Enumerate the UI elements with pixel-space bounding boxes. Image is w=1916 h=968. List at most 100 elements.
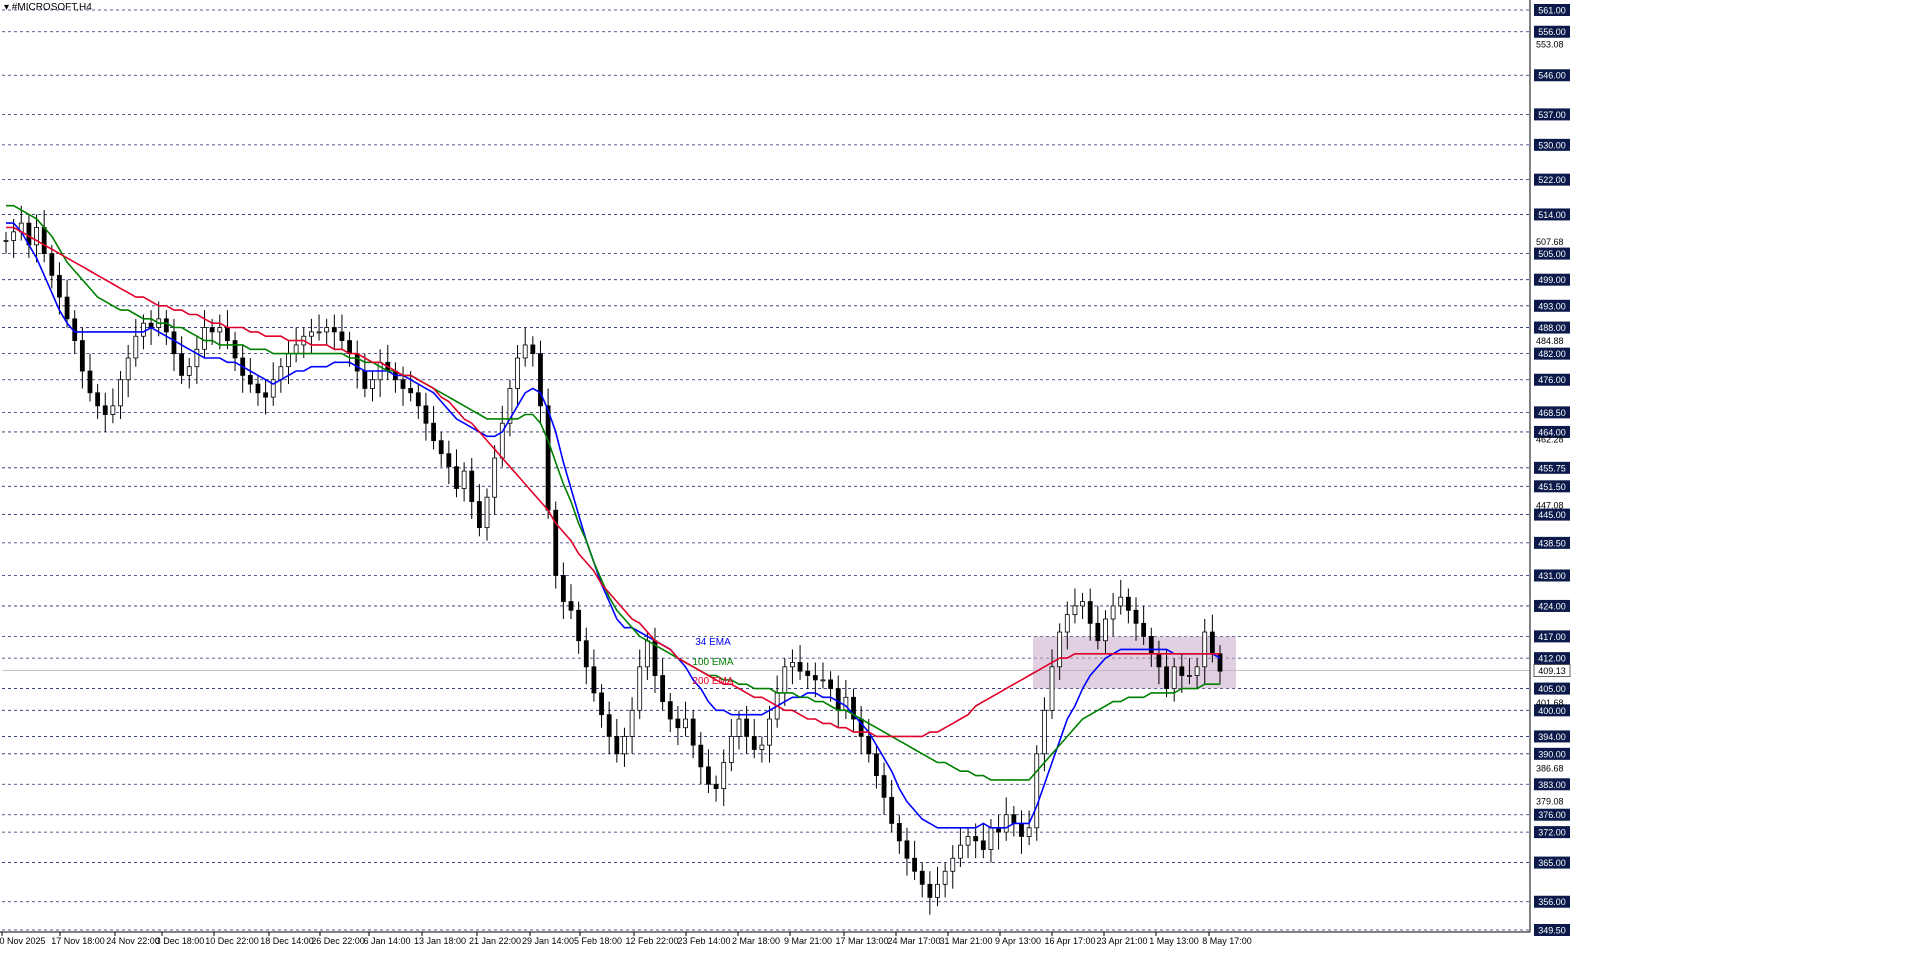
level-label: 468.50 [1538, 408, 1566, 418]
price-bar-body [3, 240, 9, 242]
price-bar-body [163, 318, 169, 333]
current-price-label: 409.13 [1538, 666, 1566, 676]
price-bar-body [706, 766, 711, 785]
price-bar-body [309, 331, 314, 337]
time-label: 3 Dec 18:00 [156, 936, 205, 946]
price-bar-body [446, 453, 452, 468]
time-axis: 10 Nov 2025 17 Nov 18:0024 Nov 22:003 Dec… [0, 931, 1530, 946]
level-label: 561.00 [1538, 6, 1566, 16]
price-bar-body [942, 870, 948, 885]
level-label: 451.50 [1538, 482, 1566, 492]
price-bar-body [1110, 605, 1116, 620]
tick-label: 401.68 [1536, 698, 1564, 708]
price-bar-body [438, 440, 444, 455]
price-bar-body [637, 666, 643, 711]
price-bar-body [87, 370, 93, 394]
level-label: 445.00 [1538, 510, 1566, 520]
price-bar-body [354, 353, 360, 372]
time-label: 12 Feb 22:00 [625, 936, 678, 946]
price-bar-body [11, 231, 17, 241]
price-bar-body [759, 744, 765, 750]
level-label: 372.00 [1538, 828, 1566, 838]
time-label: 16 Apr 17:00 [1044, 936, 1095, 946]
price-bar-body [629, 709, 635, 737]
time-label: 2 Mar 18:00 [732, 936, 780, 946]
price-bar-body [958, 844, 963, 859]
price-bar-body [606, 714, 612, 737]
chart-canvas[interactable]: 561.00 556.00 546.00 537.00 530.00 522.00 514.… [0, 0, 1916, 963]
price-bar-body [828, 679, 834, 689]
price-bar-body [728, 736, 734, 763]
ema-line [6, 204, 1220, 781]
price-bar-body [538, 353, 543, 407]
price-bar-body [1133, 609, 1139, 624]
time-label: 21 Jan 22:00 [469, 936, 521, 946]
level-label: 455.75 [1538, 463, 1566, 473]
price-bar-body [400, 379, 406, 389]
price-bar-body [797, 662, 803, 672]
level-label: 438.50 [1538, 538, 1566, 548]
price-bar-body [339, 331, 345, 341]
price-bar-body [141, 322, 146, 337]
price-bar-body [1103, 618, 1108, 642]
level-label: 424.00 [1538, 601, 1566, 611]
price-bar-body [614, 736, 620, 755]
price-bar-body [64, 296, 70, 320]
price-chart[interactable]: ▾ #MICROSOFT,H4 561.00 556.00 546.00 537.00… [0, 0, 1916, 963]
price-bar-body [102, 405, 108, 415]
price-bar-body [980, 840, 986, 850]
price-bar-body [568, 601, 574, 611]
price-bar-body [935, 883, 940, 898]
legend-entry: 100 EMA [692, 657, 733, 668]
price-bar-body [790, 662, 795, 668]
level-label: 390.00 [1538, 749, 1566, 759]
price-bar-body [927, 883, 933, 898]
price-bar-body [683, 718, 688, 729]
level-label: 514.00 [1538, 210, 1566, 220]
price-bar-body [1095, 622, 1101, 642]
price-bar-body [118, 379, 123, 407]
price-bar-body [965, 836, 971, 846]
level-label: 405.00 [1538, 684, 1566, 694]
price-bar-body [805, 670, 811, 676]
price-bar-body [110, 405, 116, 415]
price-bar-body [125, 357, 131, 381]
level-label: 546.00 [1538, 71, 1566, 81]
price-bar-body [232, 340, 238, 359]
price-bar-body [973, 836, 979, 842]
tick-label: 507.68 [1536, 237, 1564, 247]
price-bar-body [331, 327, 337, 333]
price-bar-body [247, 374, 253, 385]
price-bar-body [583, 640, 589, 668]
price-bar-body [1080, 601, 1085, 607]
level-label: 488.00 [1538, 323, 1566, 333]
level-label: 349.50 [1538, 926, 1566, 936]
price-bar-body [744, 718, 750, 737]
time-label: 26 Dec 22:00 [311, 936, 365, 946]
time-label: 13 Jan 18:00 [414, 936, 466, 946]
price-bar-body [1057, 631, 1063, 668]
price-bar-body [1187, 675, 1192, 677]
ema-lines [6, 204, 1221, 829]
price-bar-body [591, 666, 597, 694]
price-bar-body [812, 675, 818, 681]
time-label: 1 May 13:00 [1149, 936, 1199, 946]
price-bar-body [1118, 596, 1124, 607]
price-bar-body [41, 227, 47, 254]
tick-label: 379.08 [1536, 796, 1564, 806]
price-bar-body [476, 501, 482, 529]
price-bar-body [690, 718, 696, 746]
price-bar-body [1148, 635, 1154, 655]
level-label: 522.00 [1538, 175, 1566, 185]
price-bar-body [576, 609, 582, 642]
time-label: 17 Mar 13:00 [835, 936, 888, 946]
price-bar-body [530, 344, 536, 355]
price-bars [3, 205, 1223, 915]
time-label: 10 Nov 2025 [0, 936, 46, 946]
price-bar-body [370, 379, 375, 389]
grid-lines [2, 9, 1530, 931]
tick-label: 386.68 [1536, 763, 1564, 773]
price-bar-body [347, 340, 352, 355]
price-bar-body [1125, 596, 1131, 611]
price-bar-body [950, 857, 956, 872]
